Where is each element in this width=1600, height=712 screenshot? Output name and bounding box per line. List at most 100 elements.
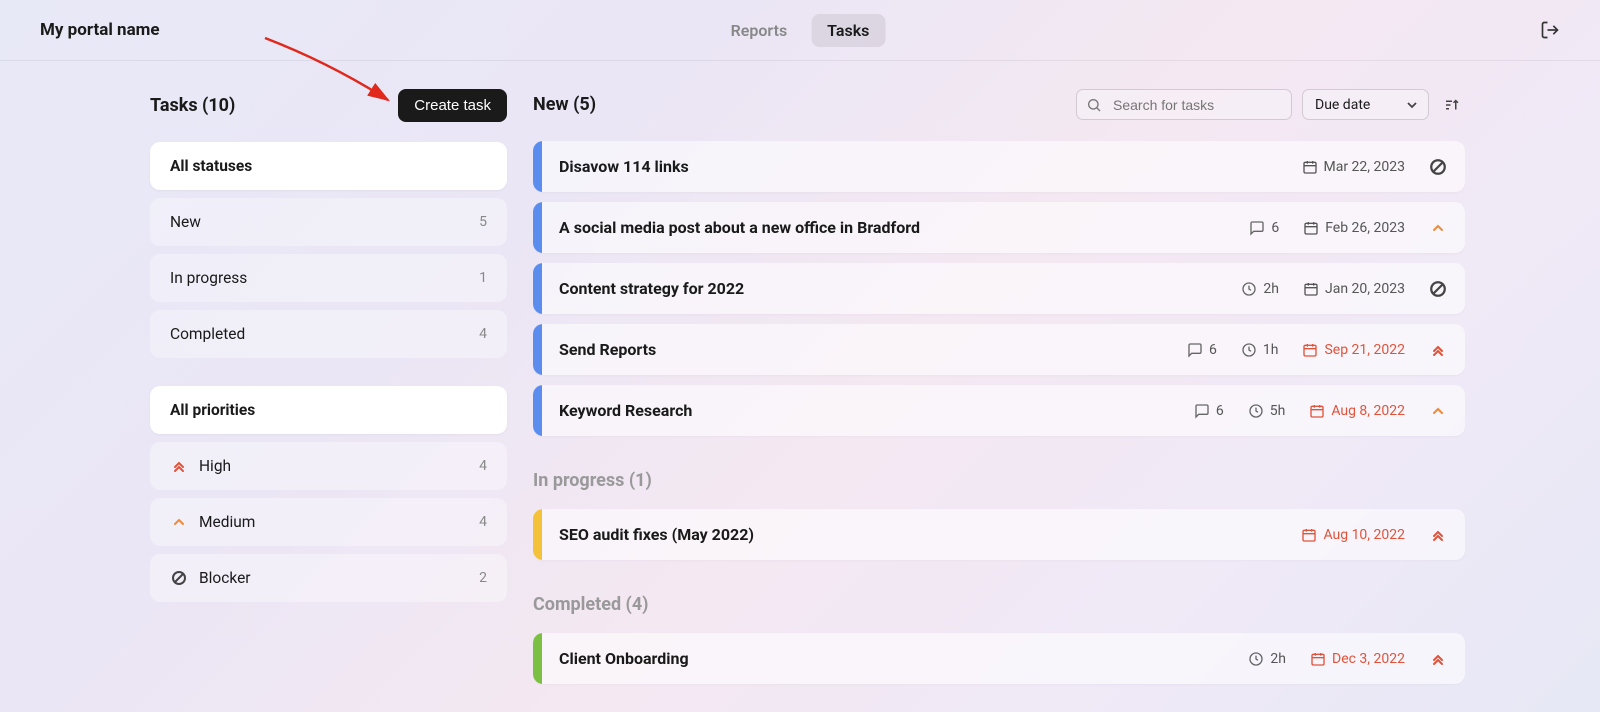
task-row[interactable]: SEO audit fixes (May 2022)Aug 10, 2022 — [533, 509, 1465, 560]
search-box — [1076, 89, 1292, 120]
task-time: 2h — [1241, 281, 1279, 297]
search-input[interactable] — [1076, 89, 1292, 120]
priority-high-icon — [170, 457, 188, 475]
task-row[interactable]: Client Onboarding2h Dec 3, 2022 — [533, 633, 1465, 684]
status-bar — [533, 509, 542, 560]
priority-high-icon — [1429, 652, 1447, 666]
task-name: Content strategy for 2022 — [559, 279, 1241, 298]
task-row[interactable]: Content strategy for 20222h Jan 20, 2023 — [533, 263, 1465, 314]
priority-filters: All priorities High 4 Medium 4 — [150, 386, 507, 602]
priority-high-icon — [1429, 528, 1447, 542]
calendar-icon — [1303, 281, 1319, 297]
comment-icon — [1249, 220, 1265, 236]
task-row[interactable]: A social media post about a new office i… — [533, 202, 1465, 253]
section-new-title: New (5) — [533, 94, 1066, 115]
task-meta: 6 Feb 26, 2023 — [1249, 220, 1447, 236]
task-name: Keyword Research — [559, 401, 1194, 420]
task-meta: Aug 10, 2022 — [1301, 527, 1447, 543]
task-due: Aug 8, 2022 — [1309, 403, 1405, 419]
filter-label: High — [199, 457, 231, 475]
task-content: New (5) Due date Disavow 114 linksMar 22… — [533, 89, 1465, 712]
clock-icon — [1248, 651, 1264, 667]
sort-label: Due date — [1315, 97, 1370, 113]
filter-label: In progress — [170, 269, 247, 287]
priority-high-icon — [1429, 343, 1447, 357]
filter-count: 5 — [479, 214, 487, 230]
priority-blocker-icon — [1429, 280, 1447, 298]
filter-label: Completed — [170, 325, 245, 343]
comment-icon — [1187, 342, 1203, 358]
task-due: Sep 21, 2022 — [1302, 342, 1405, 358]
filter-priority-high[interactable]: High 4 — [150, 442, 507, 490]
filter-count: 4 — [479, 514, 487, 530]
filter-count: 4 — [479, 458, 487, 474]
filter-count: 1 — [479, 270, 487, 286]
section-inprogress-title: In progress (1) — [533, 470, 1465, 491]
sidebar: Tasks (10) Create task All statuses New … — [150, 89, 507, 712]
task-comments: 6 — [1249, 220, 1279, 236]
task-due: Jan 20, 2023 — [1303, 281, 1405, 297]
filter-label: New — [170, 213, 201, 231]
task-time: 2h — [1248, 651, 1286, 667]
calendar-icon — [1310, 651, 1326, 667]
filter-label: Blocker — [199, 569, 251, 587]
task-row[interactable]: Keyword Research6 5h Aug 8, 2022 — [533, 385, 1465, 436]
task-meta: 6 5h Aug 8, 2022 — [1194, 403, 1447, 419]
task-name: Disavow 114 links — [559, 157, 1302, 176]
task-name: Client Onboarding — [559, 649, 1248, 668]
task-comments: 6 — [1194, 403, 1224, 419]
calendar-icon — [1302, 342, 1318, 358]
tab-tasks[interactable]: Tasks — [811, 14, 885, 47]
status-bar — [533, 385, 542, 436]
status-filters: All statuses New 5 In progress 1 Complet… — [150, 142, 507, 358]
task-name: SEO audit fixes (May 2022) — [559, 525, 1301, 544]
status-bar — [533, 324, 542, 375]
filter-label: All priorities — [170, 401, 255, 419]
chevron-down-icon — [1406, 99, 1418, 111]
task-meta: 2h Dec 3, 2022 — [1248, 651, 1447, 667]
app-header: My portal name Reports Tasks — [0, 0, 1600, 61]
logout-icon[interactable] — [1540, 20, 1560, 40]
filter-priority-blocker[interactable]: Blocker 2 — [150, 554, 507, 602]
calendar-icon — [1302, 159, 1318, 175]
create-task-button[interactable]: Create task — [398, 89, 507, 122]
tasks-count-title: Tasks (10) — [150, 95, 235, 116]
status-bar — [533, 141, 542, 192]
task-due: Mar 22, 2023 — [1302, 159, 1406, 175]
task-due: Aug 10, 2022 — [1301, 527, 1405, 543]
priority-medium-icon — [1429, 404, 1447, 418]
task-due: Feb 26, 2023 — [1303, 220, 1405, 236]
priority-medium-icon — [1429, 221, 1447, 235]
task-name: Send Reports — [559, 340, 1187, 359]
priority-blocker-icon — [1429, 158, 1447, 176]
status-bar — [533, 263, 542, 314]
clock-icon — [1248, 403, 1264, 419]
task-due: Dec 3, 2022 — [1310, 651, 1405, 667]
task-time: 1h — [1241, 342, 1279, 358]
task-time: 5h — [1248, 403, 1286, 419]
clock-icon — [1241, 281, 1257, 297]
filter-all-priorities[interactable]: All priorities — [150, 386, 507, 434]
nav-tabs: Reports Tasks — [715, 14, 886, 47]
filter-status-inprogress[interactable]: In progress 1 — [150, 254, 507, 302]
status-bar — [533, 633, 542, 684]
filter-label: Medium — [199, 513, 255, 531]
filter-label: All statuses — [170, 157, 252, 175]
calendar-icon — [1303, 220, 1319, 236]
tab-reports[interactable]: Reports — [715, 14, 804, 47]
task-row[interactable]: Disavow 114 linksMar 22, 2023 — [533, 141, 1465, 192]
filter-status-completed[interactable]: Completed 4 — [150, 310, 507, 358]
task-row[interactable]: Send Reports6 1h Sep 21, 2022 — [533, 324, 1465, 375]
filter-priority-medium[interactable]: Medium 4 — [150, 498, 507, 546]
portal-title: My portal name — [40, 20, 160, 40]
filter-all-statuses[interactable]: All statuses — [150, 142, 507, 190]
filter-count: 2 — [479, 570, 487, 586]
task-comments: 6 — [1187, 342, 1217, 358]
sort-select[interactable]: Due date — [1302, 89, 1429, 120]
status-bar — [533, 202, 542, 253]
filter-status-new[interactable]: New 5 — [150, 198, 507, 246]
sort-direction-button[interactable] — [1439, 92, 1465, 118]
clock-icon — [1241, 342, 1257, 358]
filter-count: 4 — [479, 326, 487, 342]
task-meta: 6 1h Sep 21, 2022 — [1187, 342, 1447, 358]
